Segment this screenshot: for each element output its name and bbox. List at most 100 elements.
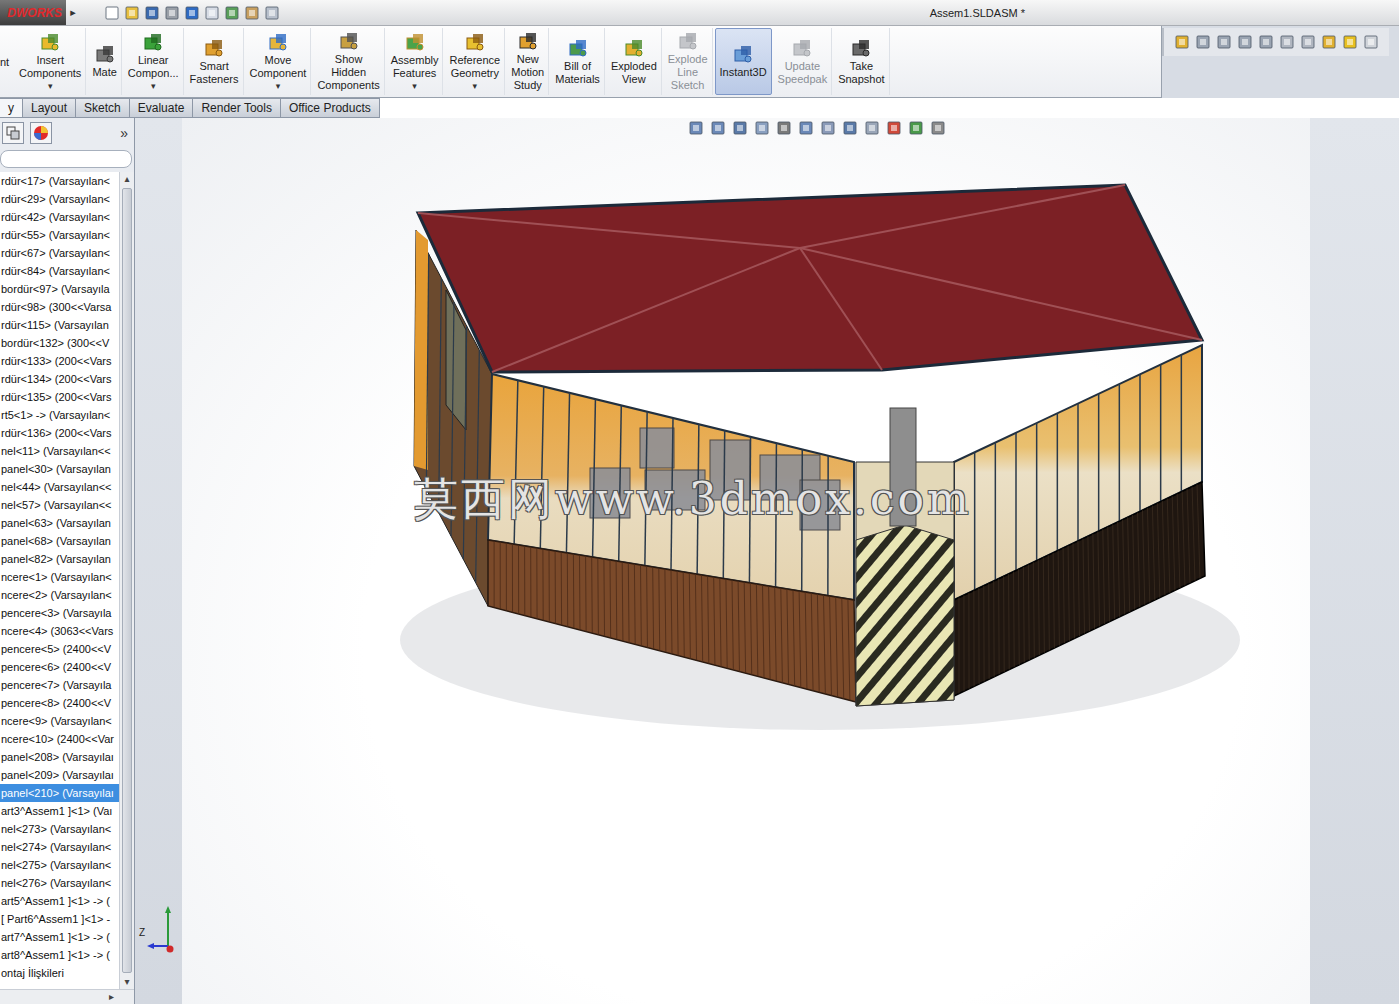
quick-access-icon[interactable]	[264, 5, 280, 21]
command-tab[interactable]: Office Products	[281, 98, 380, 118]
toolbar-icon[interactable]	[1258, 34, 1274, 50]
command-button[interactable]: Explode Line Sketch	[664, 28, 713, 95]
toolbar-icon[interactable]	[1195, 34, 1211, 50]
tree-item[interactable]: rdür<136> (200<<Vars	[0, 424, 119, 442]
tree-item[interactable]: nel<276> (Varsayılan<	[0, 874, 119, 892]
tree-item[interactable]: rdür<135> (200<<Vars	[0, 388, 119, 406]
scroll-up[interactable]: ▴	[124, 172, 129, 186]
quick-access-icon[interactable]	[224, 5, 240, 21]
tree-item[interactable]: art5^Assem1 ]<1> -> (	[0, 892, 119, 910]
quick-access-icon[interactable]	[104, 5, 120, 21]
tree-item[interactable]: panel<30> (Varsayılan	[0, 460, 119, 478]
command-tab[interactable]: Sketch	[76, 98, 130, 118]
quick-access-icon[interactable]	[124, 5, 140, 21]
tree-item[interactable]: bordür<97> (Varsayıla	[0, 280, 119, 298]
toolbar-icon[interactable]	[1279, 34, 1295, 50]
tree-item[interactable]: ncere<10> (2400<<Var	[0, 730, 119, 748]
tree-item[interactable]: ncere<4> (3063<<Vars	[0, 622, 119, 640]
view-tool-icon[interactable]	[930, 120, 946, 136]
tree-item[interactable]: rdür<55> (Varsayılan<	[0, 226, 119, 244]
toolbar-icon[interactable]	[1363, 34, 1379, 50]
tree-item[interactable]: rdür<115> (Varsayılan	[0, 316, 119, 334]
expand-button[interactable]: »	[120, 125, 132, 141]
tree-item[interactable]: nel<57> (Varsayılan<<	[0, 496, 119, 514]
tree-item[interactable]: [ Part6^Assem1 ]<1> -	[0, 910, 119, 928]
view-tool-icon[interactable]	[688, 120, 704, 136]
appearance-tab[interactable]	[30, 122, 52, 144]
command-button[interactable]: Take Snapshot	[834, 28, 889, 95]
view-tool-icon[interactable]	[908, 120, 924, 136]
tree-item[interactable]: rt5<1> -> (Varsayılan<	[0, 406, 119, 424]
view-tool-icon[interactable]	[886, 120, 902, 136]
quick-access-icon[interactable]	[204, 5, 220, 21]
tree-item[interactable]: ncere<9> (Varsayılan<	[0, 712, 119, 730]
command-button[interactable]: Mate	[88, 28, 121, 95]
view-tool-icon[interactable]	[798, 120, 814, 136]
command-tab[interactable]: Evaluate	[130, 98, 194, 118]
tree-item[interactable]: ncere<2> (Varsayılan<	[0, 586, 119, 604]
tree-item[interactable]: pencere<3> (Varsayıla	[0, 604, 119, 622]
command-tab[interactable]: y	[0, 98, 23, 118]
tree-item[interactable]: rdür<17> (Varsayılan<	[0, 172, 119, 190]
tree-item[interactable]: pencere<7> (Varsayıla	[0, 676, 119, 694]
tree-item[interactable]: nel<275> (Varsayılan<	[0, 856, 119, 874]
command-tab[interactable]: Layout	[23, 98, 76, 118]
assembly-model[interactable]	[182, 118, 1310, 1004]
command-button[interactable]: New Motion Study	[507, 28, 549, 95]
dropdown-caret[interactable]: ▾	[48, 82, 53, 91]
toolbar-icon[interactable]	[1321, 34, 1337, 50]
dropdown-caret[interactable]: ▾	[276, 82, 281, 91]
model-canvas[interactable]: 莫西网www.3dmox.com	[182, 118, 1310, 1004]
tree-item[interactable]: panel<63> (Varsayılan	[0, 514, 119, 532]
toolbar-icon[interactable]	[1342, 34, 1358, 50]
tree-item[interactable]: ontaj İlişkileri	[0, 964, 119, 982]
scroll-down[interactable]: ▾	[124, 975, 129, 989]
tree-item[interactable]: panel<208> (Varsayılaı	[0, 748, 119, 766]
tree-item[interactable]: pencere<5> (2400<<V	[0, 640, 119, 658]
tree-item[interactable]: ncere<1> (Varsayılan<	[0, 568, 119, 586]
toolbar-icon[interactable]	[1174, 34, 1190, 50]
command-button[interactable]: Insert Components▾	[15, 28, 86, 95]
view-tool-icon[interactable]	[732, 120, 748, 136]
tree-item[interactable]: nel<44> (Varsayılan<<	[0, 478, 119, 496]
tree-item[interactable]: rdür<42> (Varsayılan<	[0, 208, 119, 226]
tree-item[interactable]: panel<209> (Varsayılaı	[0, 766, 119, 784]
quick-access-icon[interactable]	[244, 5, 260, 21]
quick-access-icon[interactable]	[184, 5, 200, 21]
view-tool-icon[interactable]	[754, 120, 770, 136]
vertical-scrollbar[interactable]: ▴▾	[119, 172, 134, 989]
dropdown-caret[interactable]: ▾	[412, 82, 417, 91]
graphics-area[interactable]: 莫西网www.3dmox.comZ	[135, 118, 1399, 1004]
app-logo[interactable]: DWORKS	[0, 0, 66, 25]
tree-item[interactable]: nel<274> (Varsayılan<	[0, 838, 119, 856]
tree-item[interactable]: nel<11> (Varsayılan<<	[0, 442, 119, 460]
tree-item[interactable]: pencere<6> (2400<<V	[0, 658, 119, 676]
tree-item[interactable]: rdür<98> (300<<Varsa	[0, 298, 119, 316]
command-button[interactable]: Instant3D	[715, 28, 772, 95]
tree-item[interactable]: pencere<8> (2400<<V	[0, 694, 119, 712]
tree-item[interactable]: art7^Assem1 ]<1> -> (	[0, 928, 119, 946]
dropdown-caret[interactable]: ▾	[473, 82, 478, 91]
horizontal-scrollbar[interactable]: ▸	[0, 989, 134, 1004]
quick-access-icon[interactable]	[144, 5, 160, 21]
command-button[interactable]: Show Hidden Components	[313, 28, 384, 95]
view-tool-icon[interactable]	[776, 120, 792, 136]
command-tab[interactable]: Render Tools	[193, 98, 281, 118]
command-button[interactable]: Linear Compon...▾	[124, 28, 184, 95]
tree-item[interactable]: art8^Assem1 ]<1> -> (	[0, 946, 119, 964]
command-button[interactable]: Exploded View	[607, 28, 662, 95]
scroll-right[interactable]: ▸	[109, 990, 114, 1004]
quick-access-icon[interactable]	[164, 5, 180, 21]
command-button[interactable]: Bill of Materials	[551, 28, 605, 95]
tree-item[interactable]: rdür<84> (Varsayılan<	[0, 262, 119, 280]
config-manager-tab[interactable]	[2, 122, 24, 144]
tree-filter[interactable]	[0, 150, 132, 168]
view-tool-icon[interactable]	[820, 120, 836, 136]
tree-item[interactable]: rdür<133> (200<<Vars	[0, 352, 119, 370]
tree-item[interactable]: panel<68> (Varsayılan	[0, 532, 119, 550]
toolbar-icon[interactable]	[1237, 34, 1253, 50]
command-button[interactable]: Smart Fasteners	[186, 28, 244, 95]
tree-item[interactable]: panel<210> (Varsayılaı	[0, 784, 119, 802]
tree-item[interactable]: rdür<67> (Varsayılan<	[0, 244, 119, 262]
tree-item[interactable]: rdür<134> (200<<Vars	[0, 370, 119, 388]
